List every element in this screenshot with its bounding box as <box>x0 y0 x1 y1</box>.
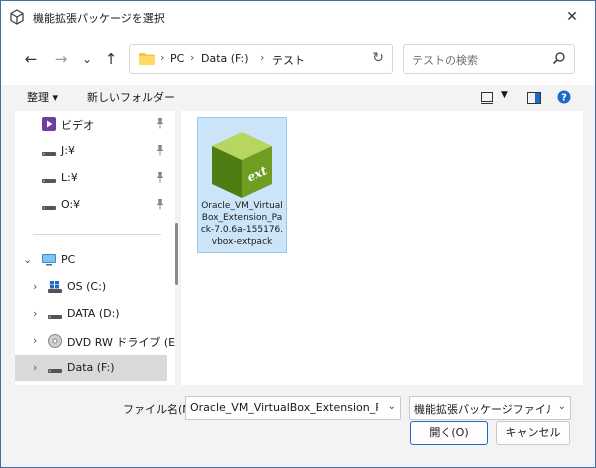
refresh-button[interactable]: ↻ <box>372 50 384 66</box>
sidebar-item-os-c[interactable]: › OS (C:) <box>15 274 167 300</box>
pin-icon <box>156 199 164 210</box>
sidebar-item-label: DATA (D:) <box>67 307 120 320</box>
pin-icon <box>156 118 164 129</box>
chevron-right-icon[interactable]: › <box>33 307 37 320</box>
chevron-right-icon[interactable]: › <box>33 280 37 293</box>
drive-icon <box>48 315 62 319</box>
windows-drive-icon <box>48 281 62 293</box>
view-dropdown-icon[interactable]: ▼ <box>501 90 508 100</box>
sidebar-item-video[interactable]: ビデオ <box>15 111 167 137</box>
up-button[interactable]: ↑ <box>99 47 123 71</box>
sidebar-item-data-d[interactable]: › DATA (D:) <box>15 301 167 327</box>
sidebar-item-dvd-e[interactable]: › DVD RW ドライブ (E:) Au <box>15 328 175 354</box>
cancel-button[interactable]: キャンセル <box>496 421 570 445</box>
breadcrumb-data-f[interactable]: Data (F:) <box>201 52 249 65</box>
dvd-icon <box>48 334 62 348</box>
chevron-right-icon[interactable]: › <box>33 334 37 347</box>
chevron-right-icon: › <box>190 51 195 64</box>
chevron-right-icon: › <box>160 51 165 64</box>
sidebar-item-label: Data (F:) <box>67 361 115 374</box>
sidebar-item-label: PC <box>61 253 76 266</box>
drive-icon <box>42 152 56 156</box>
preview-pane-icon[interactable] <box>527 92 541 104</box>
chevron-right-icon[interactable]: › <box>33 361 37 374</box>
file-list: ext Oracle_VM_VirtualBox_Extension_Pack-… <box>181 111 583 385</box>
organize-button[interactable]: 整理 ▾ <box>27 89 58 105</box>
drive-icon <box>42 179 56 183</box>
filetype-select[interactable]: 機能拡張パッケージファイル(*.vbox ⌄ <box>409 396 571 420</box>
sidebar-item-label: O:¥ <box>61 198 81 211</box>
address-bar[interactable]: › PC › Data (F:) › テスト ↻ <box>129 44 393 74</box>
sidebar-item-j-drive[interactable]: J:¥ <box>15 138 167 164</box>
video-icon <box>42 117 56 131</box>
sidebar-item-label: L:¥ <box>61 171 78 184</box>
command-bar: 整理 ▾ 新しいフォルダー ▼ ? <box>1 85 595 111</box>
chevron-down-icon[interactable]: ⌄ <box>23 253 32 266</box>
filename-input[interactable]: Oracle_VM_VirtualBox_Extension_Pack-7.0.… <box>185 396 401 420</box>
pin-icon <box>156 172 164 183</box>
folder-icon <box>139 53 155 65</box>
sidebar-item-label: J:¥ <box>61 144 75 157</box>
sidebar-scrollbar[interactable] <box>175 223 178 285</box>
pin-icon <box>156 145 164 156</box>
recent-locations-button[interactable]: ⌄ <box>75 47 99 71</box>
new-folder-button[interactable]: 新しいフォルダー <box>87 89 175 105</box>
navigation-bar: ← → ⌄ ↑ › PC › Data (F:) › テスト ↻ テストの検索 <box>1 33 595 85</box>
filetype-value: 機能拡張パッケージファイル(*.vbox <box>414 403 550 416</box>
view-options-icon[interactable] <box>481 92 495 104</box>
sidebar-item-pc[interactable]: ⌄ PC <box>15 247 167 273</box>
back-button[interactable]: ← <box>19 47 43 71</box>
drive-icon <box>42 206 56 210</box>
virtualbox-icon <box>10 9 24 25</box>
chevron-down-icon[interactable]: ⌄ <box>558 401 566 412</box>
search-icon <box>552 52 565 65</box>
search-input[interactable]: テストの検索 <box>403 44 575 74</box>
breadcrumb-pc[interactable]: PC <box>170 52 184 65</box>
sidebar-item-data-f[interactable]: › Data (F:) <box>15 355 167 381</box>
forward-button[interactable]: → <box>49 47 73 71</box>
breadcrumb-test[interactable]: テスト <box>272 52 305 68</box>
sidebar-item-label: ビデオ <box>61 119 94 132</box>
sidebar-item-label: OS (C:) <box>67 280 107 293</box>
sidebar-item-o-drive[interactable]: O:¥ <box>15 192 167 218</box>
file-open-dialog: 機能拡張パッケージを選択 ✕ ← → ⌄ ↑ › PC › Data (F:) … <box>0 0 596 468</box>
ext-cube-icon: ext <box>212 132 272 198</box>
close-button[interactable]: ✕ <box>549 1 595 33</box>
window-title: 機能拡張パッケージを選択 <box>33 12 165 25</box>
chevron-down-icon[interactable]: ⌄ <box>388 401 396 412</box>
svg-text:?: ? <box>561 93 567 104</box>
filename-value: Oracle_VM_VirtualBox_Extension_Pack-7.0.… <box>190 401 378 414</box>
file-name: Oracle_VM_VirtualBox_Extension_Pack-7.0.… <box>200 201 284 247</box>
title-bar: 機能拡張パッケージを選択 ✕ <box>1 1 595 33</box>
sidebar-item-l-drive[interactable]: L:¥ <box>15 165 167 191</box>
file-item[interactable]: ext Oracle_VM_VirtualBox_Extension_Pack-… <box>197 117 287 253</box>
drive-icon <box>48 369 62 373</box>
dialog-footer: ファイル名(N): Oracle_VM_VirtualBox_Extension… <box>1 385 595 467</box>
sidebar-item-label: DVD RW ドライブ (E:) Au <box>67 336 175 349</box>
pc-icon <box>42 254 56 266</box>
navigation-pane: ビデオ J:¥ L:¥ O:¥ ⌄ PC › OS (C:) › DATA (D… <box>15 111 175 385</box>
help-icon[interactable]: ? <box>557 90 571 104</box>
open-button[interactable]: 開く(O) <box>410 421 488 445</box>
search-placeholder: テストの検索 <box>412 54 478 67</box>
chevron-right-icon: › <box>260 51 265 64</box>
sidebar-divider <box>33 234 161 235</box>
